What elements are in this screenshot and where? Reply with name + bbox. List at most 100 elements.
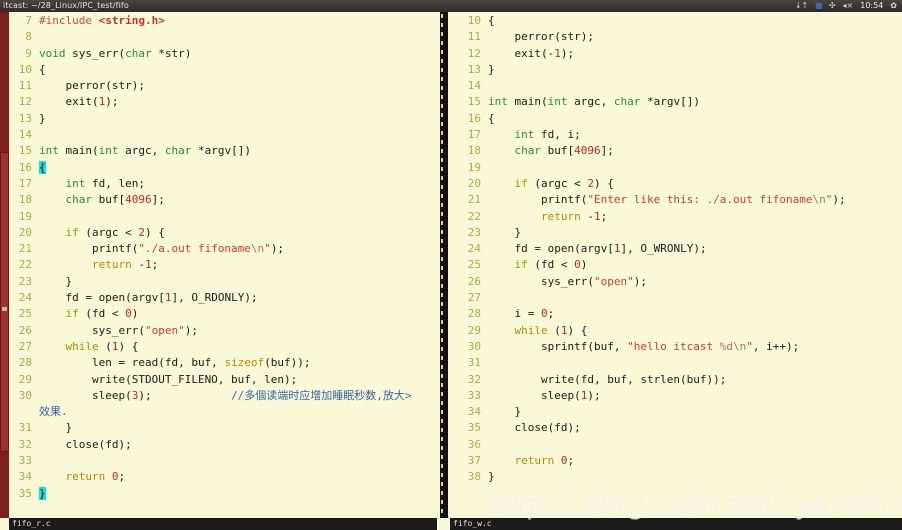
divider-dash [441, 473, 443, 477]
divider-dash [441, 140, 443, 144]
code-line-wrapped[interactable]: 效果. [10, 404, 437, 420]
code-line[interactable]: 13} [10, 111, 437, 127]
divider-dash [441, 122, 443, 126]
divider-dash [441, 446, 443, 450]
divider-dash [441, 464, 443, 468]
window-divider[interactable] [437, 12, 450, 518]
line-number: 14 [467, 79, 481, 93]
code-line[interactable]: 15 int main(int argc, char *argv[]) [459, 94, 902, 110]
code-area-right[interactable]: 10{11 perror(str); 12 exit(-1); 13} 14 15 in… [450, 12, 902, 486]
code-line[interactable]: 33 [10, 453, 437, 469]
code-line[interactable]: 16 { [10, 160, 437, 176]
code-line[interactable]: 10 { [459, 13, 902, 29]
code-line[interactable]: 33 sleep(1); [459, 388, 902, 404]
code-line[interactable]: 12 exit(-1); [459, 46, 902, 62]
divider-dash [441, 131, 443, 135]
code-line[interactable]: 25 if (fd < 0) [459, 257, 902, 273]
code-token: ); [832, 193, 846, 207]
code-line[interactable]: 27 while (1) { [10, 339, 437, 355]
bluetooth-icon[interactable]: ✣ [829, 0, 836, 12]
code-line[interactable]: 7 #include <string.h> [10, 13, 437, 29]
code-line[interactable]: 24 fd = open(argv[1], O_RDONLY); [10, 290, 437, 306]
code-line[interactable]: 23 } [10, 274, 437, 290]
code-line[interactable]: 8 [10, 29, 437, 45]
vim-window-right[interactable]: 10{11 perror(str); 12 exit(-1); 13} 14 15 in… [450, 12, 902, 518]
vim-window-left[interactable]: 7 #include <string.h> 8 9 void sys_err(char… [0, 12, 437, 518]
code-line[interactable]: 22 return -1; [459, 209, 902, 225]
updates-icon[interactable]: ↓↑ [795, 0, 808, 12]
line-number: 16 [467, 111, 481, 125]
code-token: ); [138, 388, 232, 402]
code-line[interactable]: 13} [459, 62, 902, 78]
code-line[interactable]: 22 return -1; [10, 257, 437, 273]
code-line[interactable]: 23 } [459, 225, 902, 241]
code-line[interactable]: 9 void sys_err(char *str) [10, 46, 437, 62]
code-token: (buf)); [264, 356, 311, 370]
code-line[interactable]: 30 sleep(3); //多個读端时应增加睡眠秒数,放大> [10, 388, 437, 404]
code-line[interactable]: 12 exit(1); [10, 94, 437, 110]
code-line[interactable]: 24 fd = open(argv[1], O_WRONLY); [459, 241, 902, 257]
code-area-left[interactable]: 7 #include <string.h> 8 9 void sys_err(char… [0, 12, 437, 502]
code-line[interactable]: 34 } [459, 404, 902, 420]
code-line[interactable]: 35 close(fd); [459, 420, 902, 436]
code-line[interactable]: 28 i = 0; [459, 306, 902, 322]
gear-icon[interactable]: ✿ [890, 0, 897, 12]
code-line[interactable]: 11 perror(str); [459, 29, 902, 45]
code-line[interactable]: 32 close(fd); [10, 437, 437, 453]
code-line[interactable]: 20 if (argc < 2) { [10, 225, 437, 241]
code-line[interactable]: 25 if (fd < 0) [10, 306, 437, 322]
code-line[interactable]: 38} [459, 469, 902, 485]
divider-dash [441, 14, 443, 18]
code-token: argc, [118, 144, 165, 158]
code-line[interactable]: 29 while (1) { [459, 323, 902, 339]
line-number: 7 [25, 14, 32, 27]
code-line[interactable]: 15 int main(int argc, char *argv[]) [10, 143, 437, 159]
code-line[interactable]: 31 [459, 355, 902, 371]
code-line[interactable]: 21 printf("Enter like this: ./a.out fifo… [459, 192, 902, 208]
code-line[interactable]: 36 [459, 437, 902, 453]
divider-dash [441, 104, 443, 108]
code-line[interactable]: 11 perror(str); [10, 78, 437, 94]
line-number: 10 [467, 14, 481, 27]
code-token: 1 [560, 323, 568, 337]
code-line[interactable]: 14 [10, 127, 437, 143]
code-token: void [39, 46, 66, 60]
terminal-window[interactable]: 7 #include <string.h> 8 9 void sys_err(char… [0, 12, 902, 530]
code-line[interactable]: 18 char buf[4096]; [459, 143, 902, 159]
code-line[interactable]: 30 sprintf(buf, "hello itcast %d\n", i++… [459, 339, 902, 355]
code-line[interactable]: 29 write(STDOUT_FILENO, buf, len); [10, 372, 437, 388]
code-line[interactable]: 27 [459, 290, 902, 306]
code-token: <string.h> [98, 14, 165, 27]
code-line[interactable]: 10 { [10, 62, 437, 78]
code-line[interactable]: 35} [10, 486, 437, 502]
divider-dash [441, 95, 443, 99]
code-line[interactable]: 31 } [10, 420, 437, 436]
line-number: 12 [18, 95, 32, 109]
code-line[interactable]: 16 { [459, 111, 902, 127]
network-icon[interactable]: ▦ [815, 0, 823, 12]
code-line[interactable]: 19 [10, 209, 437, 225]
code-line[interactable]: 37 return 0; [459, 453, 902, 469]
code-line[interactable]: 17 int fd, len; [10, 176, 437, 192]
code-line[interactable]: 26 sys_err("open"); [10, 323, 437, 339]
code-line[interactable]: 34 return 0; [10, 469, 437, 485]
code-line[interactable]: 28 len = read(fd, buf, sizeof(buf)); [10, 355, 437, 371]
code-line[interactable]: 14 [459, 78, 902, 94]
code-line[interactable]: 17 int fd, i; [459, 127, 902, 143]
code-line[interactable]: 20 if (argc < 2) { [459, 176, 902, 192]
code-token: char [65, 193, 93, 207]
divider-dash [441, 455, 443, 459]
code-line[interactable]: 32 write(fd, buf, strlen(buf)); [459, 372, 902, 388]
clock[interactable]: 10:54 [860, 0, 883, 12]
code-token: ); [105, 95, 119, 109]
divider-dash [441, 68, 443, 72]
code-line[interactable]: 26 sys_err("open"); [459, 274, 902, 290]
code-line[interactable]: 19 [459, 160, 902, 176]
code-line[interactable]: 21 printf("./a.out fifoname\n"); [10, 241, 437, 257]
code-token: 1 [111, 339, 119, 353]
volume-icon[interactable]: ◂× [843, 0, 854, 12]
code-line[interactable]: 18 char buf[4096]; [10, 192, 437, 208]
divider-dash [441, 437, 443, 441]
